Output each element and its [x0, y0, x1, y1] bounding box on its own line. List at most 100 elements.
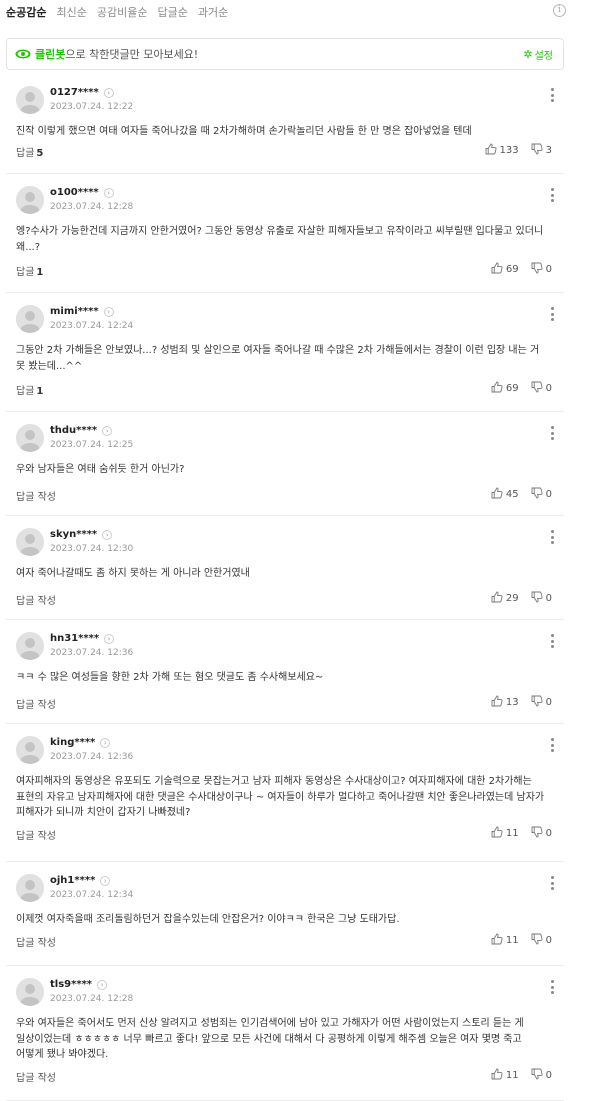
thumbs-up-icon — [491, 933, 506, 948]
sort-option-oldest[interactable]: 과거순 — [198, 4, 228, 20]
avatar[interactable] — [16, 86, 44, 114]
comment-username-row[interactable]: hn31**** › — [50, 633, 115, 644]
reply-button[interactable]: 답글 작성 — [16, 696, 58, 711]
dislike-button[interactable]: 0 — [531, 262, 552, 277]
chevron-right-icon[interactable]: › — [103, 87, 114, 98]
thumbs-up-icon — [491, 1068, 506, 1083]
comment-username[interactable]: o100**** — [50, 187, 99, 198]
comment-item: tls9**** › 2023.07.24. 12:28 우와 여자들은 죽어서도 먼… — [6, 966, 564, 1101]
avatar[interactable] — [16, 186, 44, 214]
cleanbot-setting-button[interactable]: ✲ 설정 — [523, 47, 553, 62]
comment-username-row[interactable]: mimi**** › — [50, 306, 114, 317]
comment-username-row[interactable]: 0127**** › — [50, 87, 114, 98]
comment-username[interactable]: king**** — [50, 737, 95, 748]
like-count: 11 — [505, 1070, 519, 1081]
comment-username-row[interactable]: o100**** › — [50, 187, 114, 198]
more-options-icon[interactable] — [550, 88, 554, 102]
dislike-button[interactable]: 0 — [531, 1068, 552, 1083]
comment-username-row[interactable]: skyn**** › — [50, 529, 113, 540]
cleanbot-banner: 클린봇 으로 착한댓글만 모아보세요! ✲ 설정 — [6, 38, 564, 70]
comment-username[interactable]: skyn**** — [50, 529, 97, 540]
reply-button[interactable]: 답글 작성 — [16, 1069, 58, 1084]
more-options-icon[interactable] — [550, 980, 554, 994]
comment-username-row[interactable]: tls9**** › — [50, 979, 108, 990]
sort-option-relevance[interactable]: 순공감순 — [6, 4, 46, 20]
reply-button[interactable]: 답글 5 — [16, 144, 43, 159]
sort-option-latest[interactable]: 최신순 — [56, 4, 86, 20]
avatar[interactable] — [16, 305, 44, 333]
avatar[interactable] — [16, 736, 44, 764]
comment-date: 2023.07.24. 12:34 — [50, 890, 134, 900]
like-button[interactable]: 11 — [491, 1068, 519, 1083]
thumbs-down-icon — [531, 826, 546, 841]
sort-option-like-ratio[interactable]: 공감비율순 — [97, 4, 148, 20]
comment-item: king**** › 2023.07.24. 12:36 여자피해자의 동영상은 유포… — [6, 724, 564, 862]
avatar[interactable] — [16, 978, 44, 1006]
comment-username[interactable]: 0127**** — [50, 87, 99, 98]
thumbs-down-icon — [531, 381, 546, 396]
dislike-count: 3 — [545, 145, 552, 156]
thumbs-up-icon — [491, 826, 506, 841]
dislike-button[interactable]: 3 — [531, 143, 552, 158]
comment-username-row[interactable]: thdu**** › — [50, 425, 113, 436]
comment-item: thdu**** › 2023.07.24. 12:25 우와 남자들은 여태 숨쉬듯… — [6, 412, 564, 516]
avatar[interactable] — [16, 424, 44, 452]
like-button[interactable]: 69 — [491, 262, 519, 277]
like-button[interactable]: 29 — [491, 591, 519, 606]
reply-button[interactable]: 답글 작성 — [16, 827, 58, 842]
chevron-right-icon[interactable]: › — [100, 875, 111, 886]
chevron-right-icon[interactable]: › — [100, 737, 111, 748]
like-button[interactable]: 45 — [491, 487, 519, 502]
chevron-right-icon[interactable]: › — [102, 529, 113, 540]
comment-username[interactable]: tls9**** — [50, 979, 92, 990]
more-options-icon[interactable] — [550, 738, 554, 752]
avatar[interactable] — [16, 632, 44, 660]
like-count: 133 — [499, 145, 519, 156]
like-button[interactable]: 13 — [491, 695, 519, 710]
comment-username-row[interactable]: ojh1**** › — [50, 875, 111, 886]
chevron-right-icon[interactable]: › — [104, 633, 115, 644]
like-button[interactable]: 11 — [491, 826, 519, 841]
chevron-right-icon[interactable]: › — [97, 979, 108, 990]
comment-date: 2023.07.24. 12:30 — [50, 544, 134, 554]
like-button[interactable]: 69 — [491, 381, 519, 396]
comment-username[interactable]: mimi**** — [50, 306, 99, 317]
reply-button[interactable]: 답글 작성 — [16, 934, 58, 949]
dislike-count: 0 — [545, 935, 552, 946]
chevron-right-icon[interactable]: › — [103, 187, 114, 198]
thumbs-up-icon — [491, 381, 506, 396]
like-button[interactable]: 133 — [485, 143, 519, 158]
reply-button[interactable]: 답글 1 — [16, 382, 43, 397]
dislike-button[interactable]: 0 — [531, 381, 552, 396]
more-options-icon[interactable] — [550, 188, 554, 202]
avatar[interactable] — [16, 528, 44, 556]
thumbs-up-icon — [491, 591, 506, 606]
dislike-button[interactable]: 0 — [531, 695, 552, 710]
more-options-icon[interactable] — [550, 634, 554, 648]
dislike-button[interactable]: 0 — [531, 591, 552, 606]
comment-date: 2023.07.24. 12:28 — [50, 202, 134, 212]
dislike-button[interactable]: 0 — [531, 487, 552, 502]
more-options-icon[interactable] — [550, 426, 554, 440]
comment-username[interactable]: ojh1**** — [50, 875, 95, 886]
comment-username[interactable]: hn31**** — [50, 633, 99, 644]
reply-label: 답글 작성 — [16, 492, 56, 503]
avatar[interactable] — [16, 874, 44, 902]
like-button[interactable]: 11 — [491, 933, 519, 948]
more-options-icon[interactable] — [550, 530, 554, 544]
info-icon[interactable]: i — [553, 4, 566, 17]
reply-button[interactable]: 답글 작성 — [16, 592, 58, 607]
reply-button[interactable]: 답글 1 — [16, 263, 43, 278]
sort-option-replies[interactable]: 답글순 — [157, 4, 187, 20]
chevron-right-icon[interactable]: › — [102, 425, 113, 436]
comment-username-row[interactable]: king**** › — [50, 737, 111, 748]
reply-count: 1 — [36, 386, 44, 397]
comment-username[interactable]: thdu**** — [50, 425, 97, 436]
chevron-right-icon[interactable]: › — [103, 306, 114, 317]
thumbs-down-icon — [531, 1068, 546, 1083]
dislike-button[interactable]: 0 — [531, 933, 552, 948]
dislike-button[interactable]: 0 — [531, 826, 552, 841]
more-options-icon[interactable] — [550, 307, 554, 321]
more-options-icon[interactable] — [550, 876, 554, 890]
reply-button[interactable]: 답글 작성 — [16, 488, 58, 503]
